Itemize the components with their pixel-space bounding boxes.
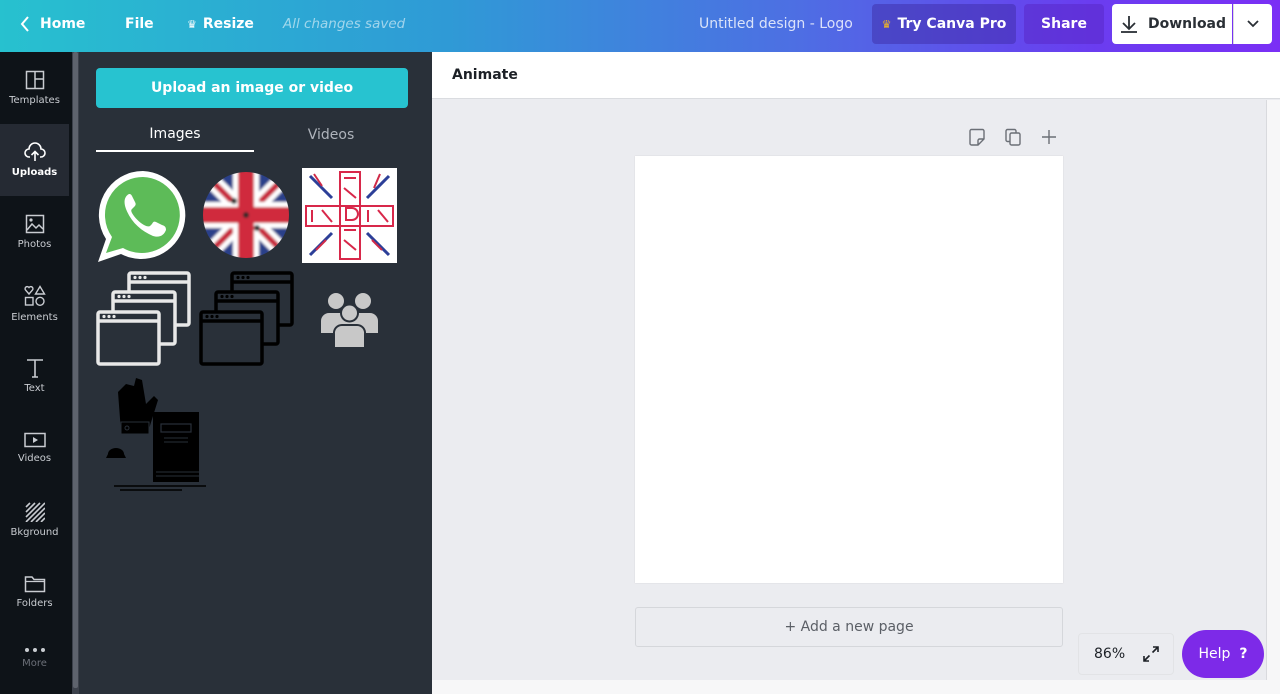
sidebar-nav: Templates Uploads Photos Elements Text V…: [0, 52, 72, 694]
save-status: All changes saved: [283, 16, 406, 32]
sidebar-item-background[interactable]: Bkground: [0, 484, 69, 556]
sidebar-item-label: Bkground: [10, 527, 59, 538]
text-icon: [26, 359, 43, 378]
photo-icon: [25, 214, 44, 234]
upload-thumbnail-browser-windows-white[interactable]: [96, 271, 191, 366]
folder-icon: [24, 576, 45, 593]
sidebar-scrollbar-thumb[interactable]: [73, 52, 78, 688]
users-group-image: [321, 293, 378, 347]
templates-icon: [25, 70, 44, 90]
sidebar-item-label: Text: [24, 383, 45, 394]
sidebar-item-label: Photos: [17, 239, 52, 250]
sidebar-item-label: Elements: [11, 312, 58, 323]
sidebar-item-uploads[interactable]: Uploads: [0, 124, 69, 196]
zoom-control[interactable]: 86%: [1078, 633, 1174, 675]
zoom-level[interactable]: 86%: [1094, 646, 1125, 662]
upload-cloud-icon: [23, 142, 46, 161]
sidebar-item-elements[interactable]: Elements: [0, 268, 69, 340]
tab-videos[interactable]: Videos: [252, 118, 410, 152]
download-label: Download: [1148, 16, 1227, 32]
sidebar-item-label: Templates: [9, 95, 60, 106]
home-button[interactable]: Home: [20, 0, 85, 48]
top-bar: Home File ♛ Resize All changes saved Unt…: [0, 0, 1280, 52]
resize-button[interactable]: ♛ Resize: [187, 0, 254, 48]
upload-thumbnail-hand-book[interactable]: [96, 374, 211, 492]
hand-book-illustration-image: [106, 378, 206, 491]
video-icon: [23, 432, 46, 448]
more-icon: [24, 648, 45, 652]
upload-thumbnail-browser-windows-black[interactable]: [199, 271, 294, 366]
try-canva-pro-button[interactable]: ♛ Try Canva Pro: [872, 4, 1016, 44]
sidebar-item-videos[interactable]: Videos: [0, 412, 69, 484]
sidebar-item-more[interactable]: More: [0, 622, 69, 694]
canvas-scrollbar[interactable]: [1266, 100, 1280, 680]
upload-thumbnail-union-jack-art[interactable]: [302, 168, 397, 263]
sidebar-item-label: More: [22, 658, 47, 669]
note-icon: [969, 128, 985, 146]
file-menu[interactable]: File: [125, 0, 154, 48]
sidebar-item-templates[interactable]: Templates: [0, 52, 69, 124]
sidebar-item-label: Uploads: [11, 167, 58, 178]
animate-button[interactable]: Animate: [452, 67, 518, 83]
design-page[interactable]: [635, 156, 1063, 583]
add-page-icon-button[interactable]: [1039, 127, 1059, 147]
resize-label: Resize: [202, 16, 254, 32]
canvas-bottom-strip: [432, 680, 1280, 694]
editor-toolbar: Animate: [432, 52, 1280, 99]
plus-icon: [1042, 130, 1056, 144]
download-options-dropdown[interactable]: [1233, 4, 1272, 44]
duplicate-icon: [1005, 128, 1021, 146]
add-new-page-button[interactable]: + Add a new page: [635, 607, 1063, 647]
whatsapp-logo-image: [98, 170, 186, 262]
sidebar-item-folders[interactable]: Folders: [0, 556, 69, 628]
chevron-down-icon: [1247, 20, 1259, 28]
crown-icon: ♛: [187, 17, 197, 31]
browser-windows-white-image: [96, 271, 191, 366]
chevron-left-icon: [20, 16, 29, 32]
download-button[interactable]: Download: [1112, 4, 1232, 44]
help-button[interactable]: Help ?: [1182, 630, 1264, 678]
page-notes-button[interactable]: [967, 127, 987, 147]
background-icon: [24, 502, 45, 522]
uploads-panel: Upload an image or video Images Videos: [79, 52, 432, 694]
shapes-icon: [23, 285, 46, 306]
file-label: File: [125, 16, 154, 32]
fullscreen-icon[interactable]: [1142, 645, 1160, 663]
union-jack-circle-image: [203, 172, 289, 258]
home-label: Home: [40, 16, 86, 32]
share-button[interactable]: Share: [1024, 4, 1104, 44]
crown-icon: ♛: [881, 17, 892, 31]
sidebar-item-text[interactable]: Text: [0, 340, 69, 412]
upload-thumbnail-whatsapp-logo[interactable]: [96, 168, 191, 263]
browser-windows-black-image: [199, 271, 294, 366]
download-icon: [1121, 16, 1137, 33]
upload-media-button[interactable]: Upload an image or video: [96, 68, 408, 108]
union-jack-art-image: [305, 171, 394, 260]
upload-thumbnail-users-group[interactable]: [302, 271, 397, 366]
sidebar-item-label: Folders: [16, 598, 53, 609]
share-label: Share: [1041, 16, 1087, 32]
sidebar-item-label: Videos: [17, 453, 52, 464]
sidebar-item-photos[interactable]: Photos: [0, 196, 69, 268]
question-icon: ?: [1239, 646, 1248, 662]
help-label: Help: [1198, 646, 1231, 662]
try-pro-label: Try Canva Pro: [897, 16, 1007, 32]
design-title[interactable]: Untitled design - Logo: [699, 0, 853, 48]
tab-images[interactable]: Images: [96, 118, 254, 152]
duplicate-page-button[interactable]: [1003, 127, 1023, 147]
upload-thumbnail-union-jack-circle[interactable]: [199, 168, 294, 263]
